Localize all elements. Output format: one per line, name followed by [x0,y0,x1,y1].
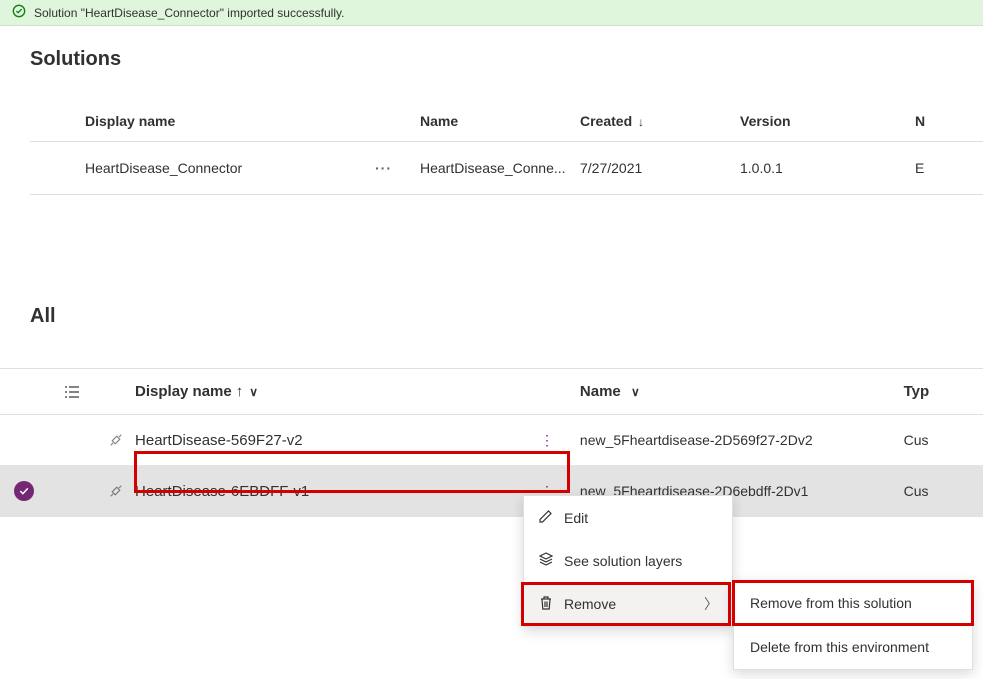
banner-text: Solution "HeartDisease_Connector" import… [34,6,344,20]
solution-created: 7/27/2021 [580,142,740,195]
menu-remove[interactable]: Remove 〉 [524,582,732,626]
connector-icon [97,431,135,449]
col-name[interactable]: Name [420,101,580,142]
solutions-table: Display name Name Created ↓ Version N He… [30,101,983,195]
solution-version: 1.0.0.1 [740,142,915,195]
sort-ascending-icon: ↑ [236,383,244,400]
success-icon [12,4,26,21]
component-type: Cus [904,432,983,448]
component-type: Cus [904,483,983,499]
solutions-heading: Solutions [30,48,983,71]
sort-descending-icon: ↓ [638,115,644,129]
submenu-delete-env[interactable]: Delete from this environment [734,625,972,669]
trash-icon [538,595,554,614]
chevron-down-icon[interactable]: ∨ [249,385,258,399]
context-menu: Edit See solution layers Remove 〉 [523,495,733,627]
connector-icon [97,482,135,500]
component-display-name: HeartDisease-6EBDFF-v1 [135,483,532,500]
solution-name: HeartDisease_Conne... [420,142,580,195]
selected-check-icon[interactable] [14,481,34,501]
success-banner: Solution "HeartDisease_Connector" import… [0,0,983,26]
component-row[interactable]: HeartDisease-569F27-v2 ⋮ new_5Fheartdise… [0,415,983,465]
component-name: new_5Fheartdisease-2D569f27-2Dv2 [562,432,904,448]
all-col-display-name[interactable]: Display name ↑ ∨ [135,383,532,400]
all-col-name[interactable]: Name ∨ [562,383,904,400]
menu-see-layers[interactable]: See solution layers [524,539,732,582]
row-more-icon[interactable]: ··· [375,160,412,176]
chevron-down-icon[interactable]: ∨ [631,385,640,399]
all-table: Display name ↑ ∨ Name ∨ Typ HeartDisease… [0,368,983,517]
remove-submenu: Remove from this solution Delete from th… [733,580,973,670]
all-table-header: Display name ↑ ∨ Name ∨ Typ [0,369,983,415]
solution-extra: E [915,142,983,195]
col-extra[interactable]: N [915,101,983,142]
col-created[interactable]: Created ↓ [580,101,740,142]
all-heading: All [30,305,983,328]
row-menu-button[interactable]: ⋮ [532,432,562,449]
component-row-selected[interactable]: HeartDisease-6EBDFF-v1 ⋮ new_5Fheartdise… [0,465,983,517]
solution-row[interactable]: HeartDisease_Connector ··· HeartDisease_… [30,142,983,195]
col-display-name[interactable]: Display name [30,101,420,142]
layers-icon [538,551,554,570]
all-col-type[interactable]: Typ [904,383,983,400]
menu-edit[interactable]: Edit [524,496,732,539]
component-display-name: HeartDisease-569F27-v2 [135,432,532,449]
col-version[interactable]: Version [740,101,915,142]
edit-icon [538,508,554,527]
ordinal-icon[interactable] [48,384,98,400]
submenu-remove-solution[interactable]: Remove from this solution [734,581,972,625]
solution-display-name: HeartDisease_Connector [85,160,242,176]
chevron-right-icon: 〉 [704,594,718,614]
